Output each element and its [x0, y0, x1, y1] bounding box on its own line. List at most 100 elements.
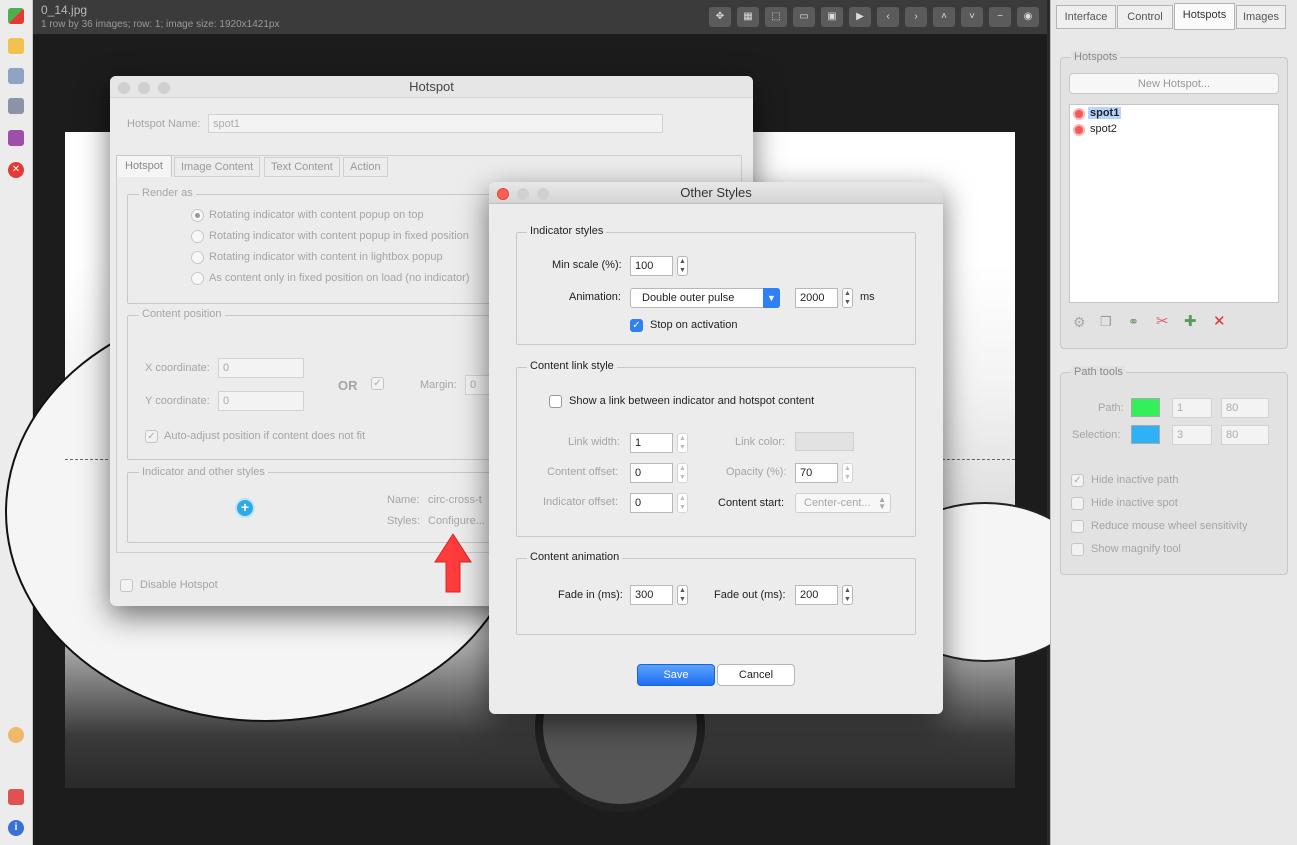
- list-item-label: spot2: [1090, 123, 1117, 135]
- min-scale-stepper[interactable]: ▲ ▼: [677, 256, 688, 276]
- indicator-name-label: Name:: [387, 494, 420, 506]
- tab-image-content[interactable]: Image Content: [174, 157, 261, 177]
- hotspot-list[interactable]: spot1 spot2: [1069, 104, 1279, 303]
- hotspots-group-title: Hotspots: [1071, 51, 1121, 63]
- selection-opacity-input[interactable]: 80: [1221, 425, 1269, 445]
- tab-interface[interactable]: Interface: [1056, 5, 1116, 29]
- left-toolbar: ✕ i: [0, 0, 33, 845]
- render-option-radio[interactable]: [191, 230, 204, 243]
- path-color-swatch[interactable]: [1131, 398, 1160, 417]
- fade-out-input[interactable]: 200: [795, 585, 838, 605]
- render-option-radio[interactable]: [191, 209, 204, 222]
- tab-hotspots[interactable]: Hotspots: [1174, 3, 1235, 30]
- gear-icon[interactable]: ⚙: [1073, 314, 1086, 331]
- stop-on-activation-checkbox[interactable]: ✓: [630, 319, 643, 332]
- fade-in-input[interactable]: 300: [630, 585, 673, 605]
- link-color-swatch[interactable]: [795, 432, 854, 451]
- folder-icon[interactable]: [8, 38, 24, 54]
- selection-color-swatch[interactable]: [1131, 425, 1160, 444]
- chevron-left-icon[interactable]: ‹: [877, 7, 899, 27]
- close-window-icon[interactable]: [497, 188, 509, 200]
- content-offset-stepper[interactable]: ▲ ▼: [677, 463, 688, 483]
- print-icon[interactable]: [8, 98, 24, 114]
- margin-checkbox[interactable]: ✓: [371, 377, 384, 390]
- opacity-stepper[interactable]: ▲ ▼: [842, 463, 853, 483]
- margin-label: Margin:: [420, 379, 457, 391]
- add-point-icon[interactable]: ✚: [1184, 312, 1197, 330]
- auto-adjust-checkbox[interactable]: ✓: [145, 430, 158, 443]
- disable-hotspot-checkbox[interactable]: [120, 579, 133, 592]
- render-as-title: Render as: [139, 187, 196, 199]
- link-icon[interactable]: ⚭: [1128, 314, 1139, 330]
- minimize-window-icon[interactable]: [138, 82, 150, 94]
- indicator-offset-input[interactable]: 0: [630, 493, 673, 513]
- duration-stepper[interactable]: ▲ ▼: [842, 288, 853, 308]
- chevron-up-icon[interactable]: ˄: [933, 7, 955, 27]
- path-opacity-input[interactable]: 80: [1221, 398, 1269, 418]
- show-magnify-checkbox[interactable]: [1071, 543, 1084, 556]
- animation-duration-input[interactable]: 2000: [795, 288, 838, 308]
- chevron-down-icon[interactable]: ˅: [961, 7, 983, 27]
- fade-out-stepper[interactable]: ▲ ▼: [842, 585, 853, 605]
- tab-hotspot[interactable]: Hotspot: [116, 155, 172, 177]
- link-width-input[interactable]: 1: [630, 433, 673, 453]
- minus-icon[interactable]: −: [989, 7, 1011, 27]
- path-label: Path:: [1098, 402, 1124, 414]
- info-icon[interactable]: i: [8, 820, 24, 836]
- delete-icon[interactable]: ✕: [1213, 312, 1226, 330]
- animation-select[interactable]: Double outer pulse ▼: [630, 288, 780, 308]
- move-icon[interactable]: ✥: [709, 7, 731, 27]
- zoom-window-icon[interactable]: [537, 188, 549, 200]
- hotspot-name-input[interactable]: spot1: [208, 114, 663, 133]
- close-window-icon[interactable]: [118, 82, 130, 94]
- show-link-checkbox[interactable]: [549, 395, 562, 408]
- save-icon[interactable]: [8, 130, 24, 146]
- tab-images[interactable]: Images: [1236, 5, 1286, 29]
- app-logo-icon: [8, 8, 24, 24]
- reduce-wheel-checkbox[interactable]: [1071, 520, 1084, 533]
- fullscreen-icon[interactable]: ▣: [821, 7, 843, 27]
- user-icon[interactable]: [8, 727, 24, 743]
- minimize-window-icon[interactable]: [517, 188, 529, 200]
- hide-inactive-path-checkbox[interactable]: ✓: [1071, 474, 1084, 487]
- hide-inactive-spot-checkbox[interactable]: [1071, 497, 1084, 510]
- cancel-button[interactable]: Cancel: [717, 664, 795, 686]
- content-start-select[interactable]: Center-cent... ▲ ▼: [795, 493, 891, 513]
- opacity-input[interactable]: 70: [795, 463, 838, 483]
- animation-select-value: Double outer pulse: [642, 292, 735, 304]
- save-button[interactable]: Save: [637, 664, 715, 686]
- import-icon[interactable]: [8, 68, 24, 84]
- grid-icon[interactable]: ▦: [737, 7, 759, 27]
- chevron-right-icon[interactable]: ›: [905, 7, 927, 27]
- x-coordinate-input[interactable]: 0: [218, 358, 304, 378]
- target-icon[interactable]: ◉: [1017, 7, 1039, 27]
- hide-inactive-spot-label: Hide inactive spot: [1091, 497, 1178, 509]
- fade-in-stepper[interactable]: ▲ ▼: [677, 585, 688, 605]
- select-rect-icon[interactable]: ⬚: [765, 7, 787, 27]
- new-hotspot-button[interactable]: New Hotspot...: [1069, 73, 1279, 94]
- margin-input[interactable]: 0: [465, 375, 491, 395]
- close-icon[interactable]: ✕: [8, 162, 24, 178]
- link-width-stepper[interactable]: ▲ ▼: [677, 433, 688, 453]
- selection-width-input[interactable]: 3: [1172, 425, 1212, 445]
- window-icon[interactable]: ▭: [793, 7, 815, 27]
- cut-icon[interactable]: ✂: [1156, 312, 1169, 330]
- render-option-radio[interactable]: [191, 251, 204, 264]
- render-option-label: Rotating indicator with content popup on…: [209, 209, 424, 221]
- hotspot-name-label: Hotspot Name:: [127, 118, 201, 130]
- path-width-input[interactable]: 1: [1172, 398, 1212, 418]
- y-coordinate-input[interactable]: 0: [218, 391, 304, 411]
- pdf-icon[interactable]: [8, 789, 24, 805]
- content-offset-input[interactable]: 0: [630, 463, 673, 483]
- indicator-offset-stepper[interactable]: ▲ ▼: [677, 493, 688, 513]
- render-option-radio[interactable]: [191, 272, 204, 285]
- zoom-window-icon[interactable]: [158, 82, 170, 94]
- tab-control[interactable]: Control: [1117, 5, 1173, 29]
- configure-link[interactable]: Configure...: [428, 515, 485, 527]
- duplicate-icon[interactable]: ❐: [1100, 314, 1112, 330]
- tab-action[interactable]: Action: [343, 157, 388, 177]
- tab-text-content[interactable]: Text Content: [264, 157, 340, 177]
- indicator-preview-icon[interactable]: +: [235, 498, 255, 518]
- min-scale-input[interactable]: 100: [630, 256, 673, 276]
- play-icon[interactable]: ▶: [849, 7, 871, 27]
